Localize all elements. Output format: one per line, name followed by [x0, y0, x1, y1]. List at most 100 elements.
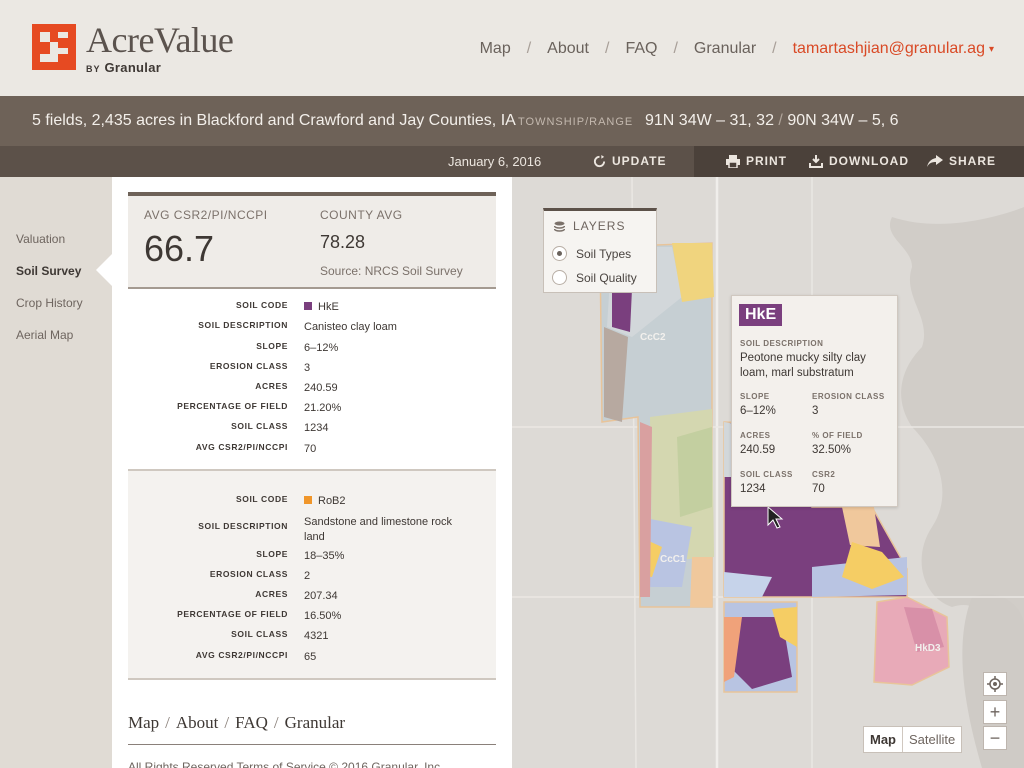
- avg-csr2-label: Avg CSR2/PI/NCCPI: [195, 650, 288, 660]
- soil-description-value: Canisteo clay loam: [304, 321, 397, 333]
- printer-icon: [726, 154, 740, 168]
- layer-option-label: Soil Types: [576, 246, 632, 261]
- popup-percent-label: % OF FIELD: [812, 431, 863, 440]
- township-label: TOWNSHIP/RANGE: [518, 116, 634, 128]
- slope-label: Slope: [256, 341, 288, 351]
- logo[interactable]: AcreValue BY Granular: [32, 20, 234, 75]
- download-button[interactable]: DOWNLOAD: [809, 154, 909, 168]
- nav-separator: /: [526, 40, 532, 57]
- popup-class-label: SOIL CLASS: [740, 470, 793, 479]
- chevron-down-icon[interactable]: ▾: [989, 44, 994, 55]
- footer-link-granular[interactable]: Granular: [285, 713, 345, 732]
- source-note: Source: NRCS Soil Survey: [320, 264, 463, 278]
- erosion-class-label: Erosion class: [209, 569, 288, 579]
- summary-bar: 5 fields, 2,435 acres in Blackford and C…: [0, 96, 1024, 146]
- township-separator: /: [778, 112, 783, 129]
- footer-divider: [128, 744, 496, 745]
- top-nav: Map / About / FAQ / Granular / tamartash…: [480, 40, 994, 58]
- footer-link-faq[interactable]: FAQ: [235, 713, 268, 732]
- avg-csr2-value: 70: [304, 443, 317, 455]
- popup-acres-label: ACRES: [740, 431, 771, 440]
- nav-separator: /: [772, 40, 777, 57]
- popup-erosion-label: EROSION CLASS: [812, 392, 885, 401]
- soil-color-swatch: [304, 302, 312, 310]
- acres-value: 207.34: [304, 590, 338, 602]
- locate-button[interactable]: [983, 672, 1007, 696]
- report-date: January 6, 2016: [448, 154, 542, 169]
- soil-block-hke: Soil code HkE Soil description Canisteo cl…: [128, 289, 496, 469]
- county-avg-label: COUNTY AVG: [320, 208, 403, 222]
- soil-class-value: 1234: [304, 422, 329, 434]
- sidebar-item-valuation[interactable]: Valuation: [16, 232, 65, 246]
- footer-link-map[interactable]: Map: [128, 713, 159, 732]
- action-bar: January 6, 2016 UPDATE PRINT DOWNLOAD SH…: [0, 146, 1024, 177]
- popup-class: 1234: [740, 483, 766, 495]
- acres-label: Acres: [255, 381, 288, 391]
- avg-csr2-value: 65: [304, 651, 317, 663]
- popup-percent: 32.50%: [812, 444, 852, 456]
- soil-description-label: Soil description: [198, 320, 288, 330]
- soil-description-label: Soil description: [198, 521, 288, 531]
- sidebar-item-soil-survey[interactable]: Soil Survey: [16, 264, 81, 278]
- radio-selected[interactable]: [552, 246, 567, 261]
- soil-code: RoB2: [318, 495, 346, 507]
- soil-code-label: Soil code: [235, 300, 288, 310]
- footer-copyright: All Rights Reserved Terms of Service © 2…: [128, 760, 444, 768]
- print-button[interactable]: PRINT: [726, 154, 787, 168]
- update-label: UPDATE: [612, 154, 667, 168]
- layer-option-soil-types[interactable]: Soil Types: [552, 246, 631, 261]
- township-values: 91N 34W – 31, 32 / 90N 34W – 5, 6: [645, 112, 899, 130]
- slope-value: 6–12%: [304, 342, 339, 354]
- brand-company: Granular: [104, 60, 162, 75]
- township-b: 90N 34W – 5, 6: [787, 112, 899, 129]
- soil-class-label: Soil class: [231, 421, 288, 431]
- refresh-icon: [593, 154, 606, 167]
- share-arrow-icon: [927, 154, 943, 167]
- share-button[interactable]: SHARE: [927, 154, 996, 168]
- avg-csr2-label: Avg CSR2/PI/NCCPI: [195, 442, 288, 452]
- map-type-satellite[interactable]: Satellite: [903, 727, 961, 752]
- download-label: DOWNLOAD: [829, 154, 909, 168]
- layers-panel: LAYERS Soil Types Soil Quality: [543, 208, 657, 293]
- brand-name: AcreValue: [86, 20, 234, 60]
- nav-about[interactable]: About: [547, 40, 589, 58]
- sidebar-item-aerial-map[interactable]: Aerial Map: [16, 328, 73, 342]
- soil-map[interactable]: CcC2 CcC1 HkD3 LAYERS Soil Types Soil Qu…: [512, 177, 1024, 768]
- sidebar-item-crop-history[interactable]: Crop History: [16, 296, 83, 310]
- map-type-map[interactable]: Map: [864, 727, 903, 752]
- zoom-in-button[interactable]: +: [983, 700, 1007, 724]
- nav-faq[interactable]: FAQ: [625, 40, 657, 58]
- popup-csr2-label: CSR2: [812, 470, 836, 479]
- zoom-out-button[interactable]: −: [983, 726, 1007, 750]
- update-button[interactable]: UPDATE: [593, 154, 666, 168]
- map-type-toggle: Map Satellite: [863, 726, 963, 753]
- nav-granular[interactable]: Granular: [694, 40, 756, 58]
- popup-erosion: 3: [812, 405, 819, 417]
- footer-link-about[interactable]: About: [176, 713, 219, 732]
- footer-nav: Map / About / FAQ / Granular: [128, 713, 346, 732]
- active-section-pointer: [96, 254, 112, 286]
- layer-option-soil-quality[interactable]: Soil Quality: [552, 270, 637, 285]
- percentage-value: 21.20%: [304, 402, 342, 414]
- percentage-value: 16.50%: [304, 610, 342, 622]
- header: AcreValue BY Granular Map / About / FAQ /…: [0, 0, 1024, 96]
- averages-box: AVG CSR2/PI/NCCPI 66.7 COUNTY AVG 78.28 …: [128, 192, 496, 289]
- soil-code-value: RoB2: [304, 494, 474, 509]
- popup-slope-label: SLOPE: [740, 392, 770, 401]
- brand-by: BY: [86, 64, 101, 74]
- soil-code: HkE: [318, 301, 339, 313]
- nav-map[interactable]: Map: [480, 40, 511, 58]
- popup-slope: 6–12%: [740, 405, 776, 417]
- avg-label: AVG CSR2/PI/NCCPI: [144, 208, 268, 222]
- map-label-ccc2: CcC2: [640, 332, 666, 343]
- county-avg-value: 78.28: [320, 232, 366, 252]
- map-label-ccc1: CcC1: [660, 554, 686, 565]
- acres-value: 240.59: [304, 382, 338, 394]
- soil-class-label: Soil class: [231, 629, 288, 639]
- soil-popup: HkE SOIL DESCRIPTION Peotone mucky silty…: [731, 295, 898, 507]
- popup-description: Peotone mucky silty clay loam, marl subs…: [740, 352, 866, 379]
- user-menu[interactable]: tamartashjian@granular.ag: [793, 40, 985, 58]
- soil-description-value: Sandstone and limestone rock land: [304, 516, 452, 543]
- nav-separator: /: [604, 40, 610, 57]
- radio-unselected[interactable]: [552, 270, 567, 285]
